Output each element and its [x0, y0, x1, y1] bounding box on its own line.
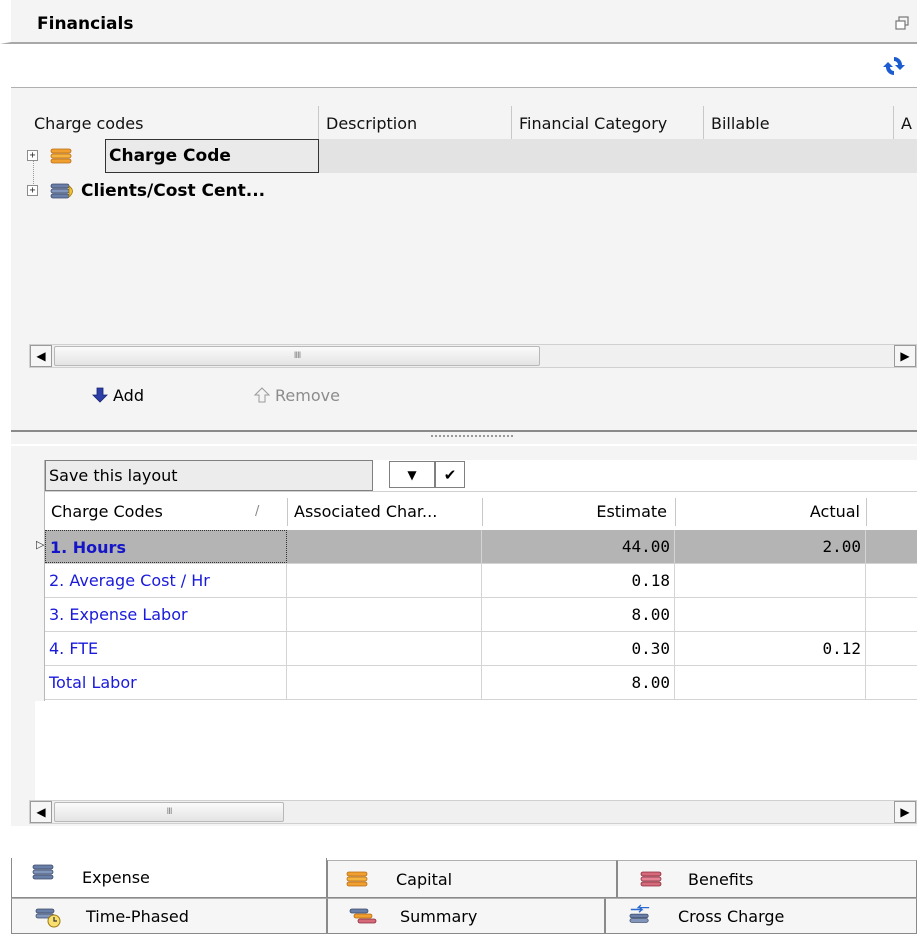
column-header-estimate[interactable]: Estimate — [485, 496, 671, 528]
associated-charge-cell[interactable] — [287, 598, 482, 631]
tree-node-label: Charge Code — [109, 146, 231, 166]
estimate-cell[interactable]: 8.00 — [482, 598, 675, 631]
expand-toggle-icon[interactable]: + — [27, 150, 38, 161]
actual-cell[interactable]: 2.00 — [675, 530, 866, 563]
panel-title-bar: Financials — [0, 0, 917, 44]
charge-codes-panel: Charge codes Description Financial Categ… — [11, 88, 917, 430]
column-header-charge-codes[interactable]: Charge Codes — [47, 496, 247, 528]
table-row[interactable]: 1. Hours 44.00 2.00 — [45, 530, 917, 564]
scroll-right-button[interactable]: ▶ — [894, 801, 916, 823]
save-layout-check-button[interactable]: ✔ — [435, 461, 465, 488]
summary-stack-icon — [349, 908, 377, 924]
tab-label: Capital — [396, 870, 453, 889]
grid-header-divider — [45, 491, 917, 492]
table-row[interactable]: 2. Average Cost / Hr 0.18 — [45, 564, 917, 598]
remove-button-label: Remove — [275, 386, 340, 405]
tab-capital[interactable]: Capital — [327, 860, 617, 898]
column-separator[interactable] — [482, 498, 483, 526]
expand-toggle-icon[interactable]: + — [27, 185, 38, 196]
row-indicator-column — [35, 460, 45, 704]
add-button[interactable]: Add — [91, 385, 144, 407]
column-separator[interactable] — [675, 498, 676, 526]
cross-charge-icon — [629, 904, 650, 923]
remove-button[interactable]: Remove — [253, 385, 340, 407]
column-separator[interactable] — [318, 106, 319, 140]
up-arrow-remove-icon — [253, 387, 271, 403]
column-header-associated-charges[interactable]: Associated Char... — [290, 496, 482, 528]
tab-label: Time-Phased — [86, 907, 189, 926]
table-row[interactable]: 3. Expense Labor 8.00 — [45, 598, 917, 632]
actual-cell[interactable] — [675, 666, 866, 699]
column-header-description[interactable]: Description — [321, 108, 511, 140]
tab-time-phased[interactable]: Time-Phased — [11, 898, 327, 934]
associated-charge-cell[interactable] — [287, 530, 482, 563]
layout-dropdown-button[interactable]: ▼ — [389, 461, 435, 488]
scroll-right-button[interactable]: ▶ — [894, 345, 916, 367]
restore-window-icon[interactable] — [895, 16, 909, 30]
down-arrow-add-icon — [92, 387, 108, 403]
scrollbar-thumb[interactable]: III — [54, 802, 284, 822]
actual-cell[interactable]: 0.12 — [675, 632, 866, 665]
tab-benefits[interactable]: Benefits — [617, 860, 917, 898]
add-button-label: Add — [113, 386, 144, 405]
column-separator[interactable] — [893, 106, 894, 140]
column-header-truncated[interactable]: A — [896, 108, 916, 140]
actual-cell[interactable] — [675, 564, 866, 597]
layout-name-input[interactable]: Save this layout — [45, 460, 373, 491]
upper-horizontal-scrollbar[interactable]: ◀ IIII ▶ — [29, 344, 917, 368]
column-separator[interactable] — [703, 106, 704, 140]
estimate-cell[interactable]: 0.30 — [482, 632, 675, 665]
column-separator[interactable] — [511, 106, 512, 140]
column-header-actual[interactable]: Actual — [678, 496, 864, 528]
column-header-charge-codes[interactable]: Charge codes — [29, 108, 319, 140]
tab-label: Benefits — [688, 870, 754, 889]
tab-cross-charge[interactable]: Cross Charge — [605, 898, 917, 934]
estimate-cell[interactable]: 0.18 — [482, 564, 675, 597]
benefits-stack-icon — [640, 871, 662, 887]
actual-cell[interactable] — [675, 598, 866, 631]
associated-charge-cell[interactable] — [287, 666, 482, 699]
associated-charge-cell[interactable] — [287, 632, 482, 665]
clients-cost-centers-icon — [50, 183, 73, 199]
current-row-indicator-icon: ▷ — [36, 538, 45, 551]
scroll-left-button[interactable]: ◀ — [30, 345, 52, 367]
refresh-icon[interactable] — [883, 54, 905, 78]
panel-title: Financials — [37, 14, 134, 34]
estimate-cell[interactable]: 8.00 — [482, 666, 675, 699]
capital-stack-icon — [346, 871, 368, 887]
charge-code-cell[interactable]: 4. FTE — [45, 632, 287, 665]
table-row[interactable]: 4. FTE 0.30 0.12 — [45, 632, 917, 666]
splitter-grip[interactable] — [431, 435, 513, 439]
tab-label: Cross Charge — [678, 907, 785, 926]
panel-splitter[interactable] — [11, 430, 917, 444]
time-phased-icon — [35, 908, 61, 928]
column-separator[interactable] — [287, 498, 288, 526]
estimate-cell[interactable]: 44.00 — [482, 530, 675, 563]
sort-indicator-icon: / — [255, 504, 260, 519]
column-separator[interactable] — [866, 498, 867, 526]
tab-summary[interactable]: Summary — [327, 898, 605, 934]
lower-horizontal-scrollbar[interactable]: ◀ III ▶ — [29, 800, 917, 824]
toolbar-strip — [11, 46, 917, 88]
associated-charge-cell[interactable] — [287, 564, 482, 597]
charge-code-cell[interactable]: 2. Average Cost / Hr — [45, 564, 287, 597]
tab-label: Expense — [82, 868, 150, 887]
financial-grid-panel: Save this layout ▼ ✔ Charge Codes / Asso… — [11, 446, 917, 826]
scroll-left-button[interactable]: ◀ — [30, 801, 52, 823]
tree-node-label: Clients/Cost Cent... — [81, 181, 266, 201]
tab-label: Summary — [400, 907, 478, 926]
charge-code-cell[interactable]: 1. Hours — [45, 530, 287, 563]
charge-code-stack-icon — [50, 148, 72, 164]
charge-code-cell[interactable]: 3. Expense Labor — [45, 598, 287, 631]
charge-code-cell[interactable]: Total Labor — [45, 666, 287, 699]
expense-stack-icon — [32, 864, 54, 880]
selected-tree-row-highlight — [319, 139, 917, 173]
table-row[interactable]: Total Labor 8.00 — [45, 666, 917, 700]
column-header-financial-category[interactable]: Financial Category — [514, 108, 704, 140]
scrollbar-thumb[interactable]: IIII — [54, 346, 540, 366]
column-header-billable[interactable]: Billable — [706, 108, 891, 140]
tab-expense[interactable]: Expense — [11, 858, 327, 898]
